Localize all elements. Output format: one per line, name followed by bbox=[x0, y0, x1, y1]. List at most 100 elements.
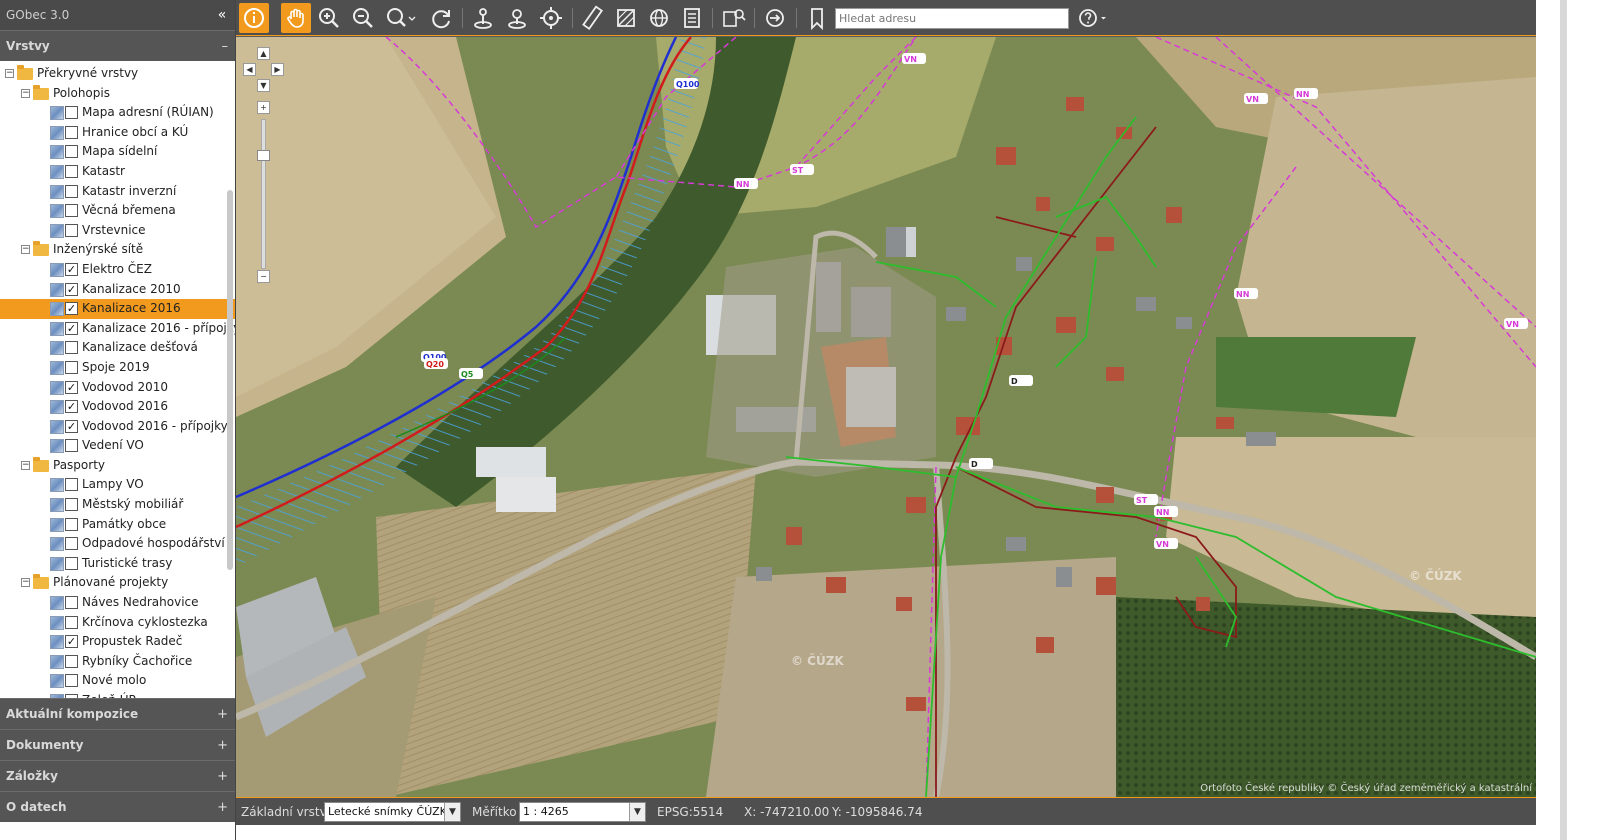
expand-icon[interactable]: + bbox=[217, 730, 228, 761]
layer-item[interactable]: ✓ Kanalizace 2010 bbox=[0, 280, 235, 300]
collapse-toggle-icon[interactable]: − bbox=[21, 245, 30, 255]
zoom-out-button[interactable]: − bbox=[257, 270, 270, 283]
tree-folder[interactable]: − Pasporty bbox=[0, 456, 235, 476]
layer-checkbox[interactable] bbox=[65, 164, 78, 178]
layer-item[interactable]: ✓ Vodovod 2016 bbox=[0, 397, 235, 417]
refresh-icon[interactable] bbox=[426, 3, 456, 33]
layer-item[interactable]: ✓ Vodovod 2016 - přípojky bbox=[0, 417, 235, 437]
layer-checkbox[interactable] bbox=[65, 498, 78, 512]
zoom-select-icon[interactable] bbox=[382, 3, 416, 33]
target-icon[interactable] bbox=[536, 3, 566, 33]
aerial-map[interactable]: Q100Q20Q5Q100STSTNNNNNNNNDDVNVNVNVN bbox=[236, 37, 1536, 797]
tree-folder[interactable]: − Inženýrské sítě bbox=[0, 240, 235, 260]
map-label[interactable]: NN bbox=[1294, 88, 1318, 99]
layer-checkbox[interactable] bbox=[65, 145, 78, 159]
expand-icon[interactable]: + bbox=[217, 761, 228, 792]
layer-item[interactable]: Rybníky Čachořice bbox=[0, 652, 235, 672]
expand-icon[interactable]: + bbox=[217, 699, 228, 730]
layer-item[interactable]: ✓ Propustek Radeč bbox=[0, 632, 235, 652]
base-layer-select[interactable]: Letecké snímky ČÚZK ▼ bbox=[324, 802, 461, 822]
map-label[interactable]: D bbox=[1009, 375, 1033, 386]
layer-checkbox[interactable]: ✓ bbox=[65, 321, 78, 335]
tree-scrollbar[interactable] bbox=[227, 190, 233, 570]
info-icon[interactable] bbox=[239, 3, 269, 33]
layer-checkbox[interactable] bbox=[65, 596, 78, 610]
layer-item[interactable]: Zeleň ÚP bbox=[0, 691, 235, 698]
zoom-slider-handle[interactable] bbox=[257, 150, 270, 161]
layer-checkbox[interactable] bbox=[65, 478, 78, 492]
layer-checkbox[interactable] bbox=[65, 439, 78, 453]
zoom-in-icon[interactable] bbox=[314, 3, 344, 33]
collapse-toggle-icon[interactable]: − bbox=[21, 578, 30, 588]
pan-left-icon[interactable]: ◀ bbox=[243, 63, 256, 76]
pan-down-icon[interactable]: ▼ bbox=[257, 79, 270, 92]
layer-checkbox[interactable]: ✓ bbox=[65, 635, 78, 649]
area-icon[interactable] bbox=[611, 3, 641, 33]
layer-checkbox[interactable]: ✓ bbox=[65, 262, 78, 276]
bookmark-icon[interactable] bbox=[802, 3, 832, 33]
identify-icon[interactable] bbox=[468, 3, 498, 33]
layer-item[interactable]: Odpadové hospodářství bbox=[0, 534, 235, 554]
map-label[interactable]: VN bbox=[1244, 93, 1268, 104]
layer-item[interactable]: Památky obce bbox=[0, 515, 235, 535]
layer-checkbox[interactable] bbox=[65, 223, 78, 237]
layer-item[interactable]: Krčínova cyklostezka bbox=[0, 613, 235, 633]
ruler-icon[interactable] bbox=[578, 3, 608, 33]
layer-checkbox[interactable] bbox=[65, 517, 78, 531]
map-label[interactable]: Q20 bbox=[424, 358, 448, 369]
address-search-input[interactable] bbox=[835, 8, 1069, 29]
collapse-sidebar-icon[interactable]: « bbox=[213, 6, 231, 24]
layer-item[interactable]: ✓ Kanalizace 2016 - přípojky bbox=[0, 319, 235, 339]
collapse-toggle-icon[interactable]: − bbox=[21, 460, 30, 470]
layer-item[interactable]: Vrstevnice bbox=[0, 221, 235, 241]
layer-checkbox[interactable]: ✓ bbox=[65, 380, 78, 394]
panel-header[interactable]: Záložky + bbox=[0, 760, 235, 791]
login-icon[interactable] bbox=[760, 3, 790, 33]
layers-panel-header[interactable]: Vrstvy – bbox=[0, 30, 235, 61]
zoom-slider[interactable] bbox=[261, 119, 266, 269]
layer-checkbox[interactable]: ✓ bbox=[65, 419, 78, 433]
pan-up-icon[interactable]: ▲ bbox=[257, 47, 270, 60]
layer-item[interactable]: Náves Nedrahovice bbox=[0, 593, 235, 613]
layer-item[interactable]: ✓ Elektro ČEZ bbox=[0, 260, 235, 280]
layer-checkbox[interactable]: ✓ bbox=[65, 302, 78, 316]
panel-header[interactable]: Dokumenty + bbox=[0, 729, 235, 760]
map-label[interactable]: Q5 bbox=[459, 368, 483, 379]
layer-item[interactable]: Katastr bbox=[0, 162, 235, 182]
map-label[interactable]: D bbox=[969, 458, 993, 469]
layer-item[interactable]: Nové molo bbox=[0, 671, 235, 691]
layer-checkbox[interactable]: ✓ bbox=[65, 282, 78, 296]
layer-item[interactable]: Vedení VO bbox=[0, 436, 235, 456]
layer-item[interactable]: Mapa sídelní bbox=[0, 142, 235, 162]
collapse-toggle-icon[interactable]: − bbox=[5, 69, 14, 78]
layer-checkbox[interactable] bbox=[65, 184, 78, 198]
globe-icon[interactable] bbox=[644, 3, 674, 33]
collapse-icon[interactable]: – bbox=[222, 31, 229, 62]
layer-item[interactable]: Katastr inverzní bbox=[0, 182, 235, 202]
panel-header[interactable]: O datech + bbox=[0, 791, 235, 822]
page-scrollbar[interactable] bbox=[1560, 0, 1567, 840]
layer-item[interactable]: ✓ Vodovod 2010 bbox=[0, 378, 235, 398]
layer-item[interactable]: Turistické trasy bbox=[0, 554, 235, 574]
expand-icon[interactable]: + bbox=[217, 792, 228, 823]
layer-item[interactable]: Hranice obcí a KÚ bbox=[0, 123, 235, 143]
zoom-out-icon[interactable] bbox=[348, 3, 378, 33]
map-label[interactable]: VN bbox=[1504, 318, 1528, 329]
layer-item[interactable]: ✓ Kanalizace 2016 bbox=[0, 299, 235, 319]
layer-checkbox[interactable] bbox=[65, 341, 78, 355]
help-icon[interactable] bbox=[1074, 3, 1110, 33]
map-label[interactable]: ST bbox=[790, 164, 814, 175]
tree-folder[interactable]: − Plánované projekty bbox=[0, 573, 235, 593]
layer-checkbox[interactable] bbox=[65, 537, 78, 551]
tree-folder[interactable]: − Polohopis bbox=[0, 84, 235, 104]
list-icon[interactable] bbox=[677, 3, 707, 33]
layer-checkbox[interactable] bbox=[65, 615, 78, 629]
scale-select[interactable]: 1 : 4265 ▼ bbox=[519, 802, 646, 822]
map-label[interactable]: VN bbox=[902, 53, 926, 64]
layer-checkbox[interactable] bbox=[65, 125, 78, 139]
map-view[interactable]: Q100 Q20 Q5 Q100 ST ST NN NN NN NN D D VN VN VN VN © ČÚ… bbox=[236, 37, 1536, 797]
search-people-icon[interactable] bbox=[719, 3, 749, 33]
map-label[interactable]: NN bbox=[734, 178, 758, 189]
layer-checkbox[interactable] bbox=[65, 556, 78, 570]
hand-icon[interactable] bbox=[281, 3, 311, 33]
